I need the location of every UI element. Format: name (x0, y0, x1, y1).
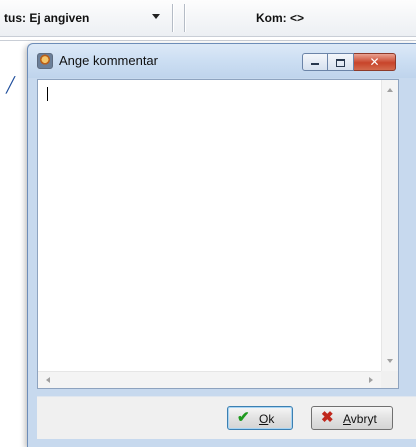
app-toolbar: tus: Ej angiven Kom: <> (0, 0, 416, 37)
app-icon (37, 53, 53, 69)
chevron-down-icon[interactable] (152, 14, 160, 19)
vertical-scrollbar[interactable] (381, 80, 398, 371)
checkmark-icon: ✔ (237, 409, 250, 426)
scroll-down-icon[interactable] (387, 359, 393, 363)
ok-accelerator: O (259, 412, 269, 426)
minimize-icon (311, 63, 319, 65)
cancel-button-label: Avbryt (343, 412, 377, 426)
cross-icon: ✖ (321, 409, 334, 426)
kom-label: Kom: <> (256, 11, 305, 25)
scroll-left-icon[interactable] (46, 377, 50, 383)
dialog-button-panel: ✔ Ok ✖ Avbryt (37, 396, 416, 439)
toolbar-separator (172, 4, 173, 32)
close-icon: ✕ (369, 55, 380, 69)
status-dropdown[interactable]: tus: Ej angiven (0, 6, 170, 30)
status-dropdown-value: tus: Ej angiven (4, 11, 90, 25)
cancel-label-rest: vbryt (350, 412, 377, 426)
maximize-icon (336, 59, 345, 67)
ok-label-rest: k (268, 412, 275, 426)
minimize-button[interactable] (302, 53, 328, 71)
cancel-button[interactable]: ✖ Avbryt (311, 406, 393, 430)
scroll-right-icon[interactable] (369, 377, 373, 383)
toolbar-separator (184, 4, 185, 32)
comment-textarea[interactable] (38, 80, 381, 371)
dialog-title: Ange kommentar (59, 53, 158, 68)
text-caret (47, 87, 48, 101)
close-button[interactable]: ✕ (354, 53, 396, 71)
cancel-accelerator: A (343, 412, 351, 426)
ok-button[interactable]: ✔ Ok (227, 406, 293, 430)
horizontal-scrollbar[interactable] (38, 371, 381, 388)
maximize-button[interactable] (328, 53, 354, 71)
scroll-up-icon[interactable] (387, 88, 393, 92)
ok-button-label: Ok (259, 412, 274, 426)
scrollbar-corner (381, 371, 398, 388)
divider (0, 40, 416, 41)
screen: tus: Ej angiven Kom: <> ╱ Ange kommentar… (0, 0, 416, 447)
pen-icon: ╱ (6, 77, 16, 94)
comment-dialog: Ange kommentar ✕ ✔ Ok ✖ Avbryt (27, 43, 416, 447)
comment-text-frame (37, 79, 399, 389)
dialog-titlebar[interactable]: Ange kommentar ✕ (28, 44, 416, 78)
